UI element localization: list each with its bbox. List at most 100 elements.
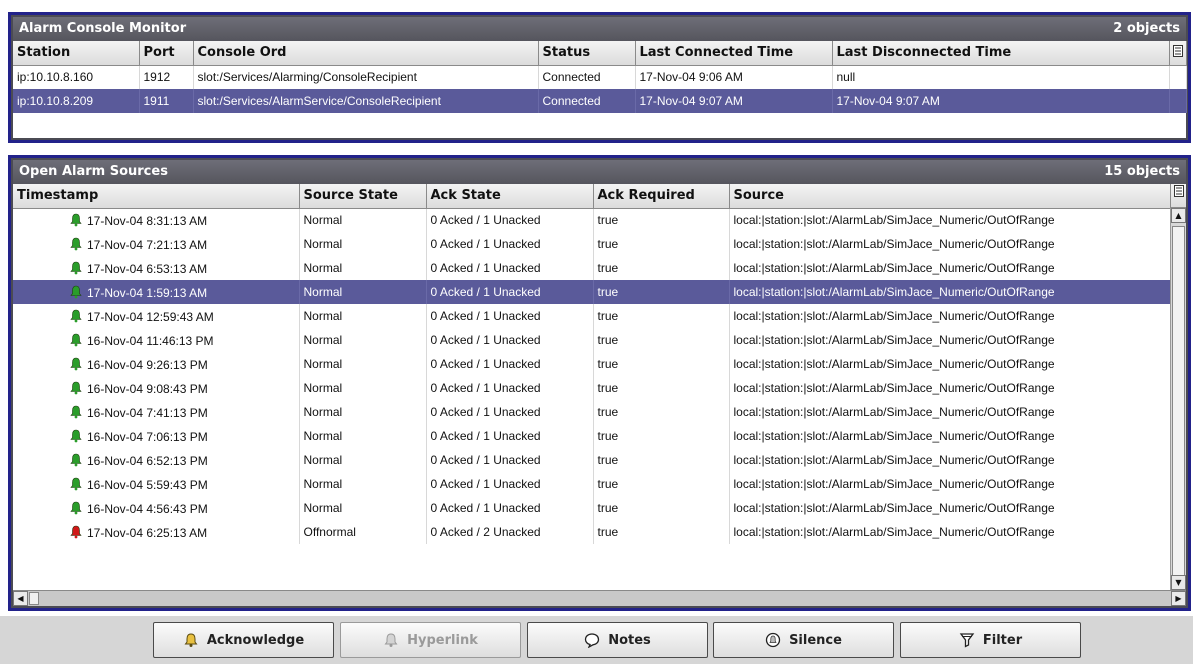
filler-cell (1169, 65, 1187, 89)
table-row[interactable]: 16-Nov-04 5:59:43 PM Normal 0 Acked / 1 Un… (13, 472, 1170, 496)
table-row[interactable]: 17-Nov-04 12:59:43 AM Normal 0 Acked / 1 U… (13, 304, 1170, 328)
ack-state-cell: 0 Acked / 1 Unacked (426, 400, 594, 424)
scroll-down-arrow-icon[interactable]: ▼ (1171, 575, 1186, 590)
ack-state-cell: 0 Acked / 1 Unacked (426, 208, 594, 232)
green-alarm-bell-icon (70, 213, 82, 227)
acknowledge-label: Acknowledge (206, 632, 305, 648)
ack-required-cell: true (593, 376, 730, 400)
column-chooser-icon[interactable] (1170, 184, 1186, 208)
source-cell: local:|station:|slot:/AlarmLab/SimJace_N… (729, 400, 1170, 424)
ack-state-cell: 0 Acked / 1 Unacked (426, 280, 594, 304)
last-connected-cell: 17-Nov-04 9:06 AM (635, 65, 833, 89)
ack-required-cell: true (593, 232, 730, 256)
timestamp-text: 16-Nov-04 5:59:43 PM (87, 477, 208, 492)
filter-button[interactable]: Filter (900, 622, 1081, 658)
filter-label: Filter (982, 632, 1023, 648)
source-state-cell: Normal (299, 496, 427, 520)
table-row[interactable]: 17-Nov-04 8:31:13 AM Normal 0 Acked / 1 Un… (13, 208, 1170, 232)
table-row[interactable]: 16-Nov-04 9:08:43 PM Normal 0 Acked / 1 Un… (13, 376, 1170, 400)
column-header-ack-state[interactable]: Ack State (426, 184, 594, 209)
source-state-cell: Normal (299, 472, 427, 496)
station-cell: ip:10.10.8.209 (13, 89, 140, 113)
column-header-source-state[interactable]: Source State (299, 184, 427, 209)
table-row[interactable]: 17-Nov-04 7:21:13 AM Normal 0 Acked / 1 Un… (13, 232, 1170, 256)
ord-cell: slot:/Services/Alarming/ConsoleRecipient (193, 65, 539, 89)
ack-state-cell: 0 Acked / 2 Unacked (426, 520, 594, 544)
alarm-table-viewport: Timestamp Source State Ack State Ack Req… (13, 184, 1170, 590)
table-row[interactable]: ip:10.10.8.160 1912 slot:/Services/Alarm… (13, 65, 1187, 89)
column-header-timestamp[interactable]: Timestamp (13, 184, 300, 209)
green-alarm-bell-icon (70, 309, 82, 322)
ack-state-cell: 0 Acked / 1 Unacked (426, 328, 594, 352)
horizontal-scrollbar[interactable]: ◀ ▶ (13, 590, 1186, 606)
app-window: Alarm Console Monitor 2 objects Station … (0, 0, 1193, 664)
vertical-scrollbar[interactable]: ▲ ▼ (1170, 208, 1186, 590)
scroll-left-arrow-icon[interactable]: ◀ (13, 591, 28, 606)
ack-state-cell: 0 Acked / 1 Unacked (426, 256, 594, 280)
timestamp-text: 16-Nov-04 4:56:43 PM (87, 501, 208, 516)
timestamp-cell: 17-Nov-04 7:21:13 AM (13, 232, 300, 256)
timestamp-text: 17-Nov-04 1:59:13 AM (87, 285, 208, 300)
table-row[interactable]: 16-Nov-04 7:41:13 PM Normal 0 Acked / 1 Un… (13, 400, 1170, 424)
timestamp-cell: 17-Nov-04 6:25:13 AM (13, 520, 300, 544)
table-row[interactable]: 16-Nov-04 7:06:13 PM Normal 0 Acked / 1 Un… (13, 424, 1170, 448)
hyperlink-label: Hyperlink (407, 632, 478, 648)
timestamp-cell: 16-Nov-04 7:06:13 PM (13, 424, 300, 448)
vertical-scroll-thumb[interactable] (1172, 226, 1185, 581)
timestamp-text: 16-Nov-04 6:52:13 PM (87, 453, 208, 468)
column-header-station[interactable]: Station (13, 41, 140, 66)
ack-required-cell: true (593, 256, 730, 280)
console-monitor-count: 2 objects (1113, 21, 1180, 36)
horizontal-scroll-thumb[interactable] (29, 592, 39, 605)
source-cell: local:|station:|slot:/AlarmLab/SimJace_N… (729, 232, 1170, 256)
source-cell: local:|station:|slot:/AlarmLab/SimJace_N… (729, 496, 1170, 520)
scroll-right-arrow-icon[interactable]: ▶ (1171, 591, 1186, 606)
filter-funnel-icon (959, 633, 975, 648)
table-row[interactable]: 16-Nov-04 6:52:13 PM Normal 0 Acked / 1 Un… (13, 448, 1170, 472)
hyperlink-button[interactable]: Hyperlink (340, 622, 521, 658)
column-header-port[interactable]: Port (139, 41, 194, 66)
scroll-up-arrow-icon[interactable]: ▲ (1171, 208, 1186, 223)
timestamp-text: 16-Nov-04 7:41:13 PM (87, 405, 208, 420)
column-header-last-connected[interactable]: Last Connected Time (635, 41, 833, 66)
source-cell: local:|station:|slot:/AlarmLab/SimJace_N… (729, 328, 1170, 352)
ack-state-cell: 0 Acked / 1 Unacked (426, 232, 594, 256)
column-header-source[interactable]: Source (729, 184, 1170, 209)
notes-speech-bubble-icon (585, 633, 600, 648)
source-state-cell: Normal (299, 280, 427, 304)
ack-state-cell: 0 Acked / 1 Unacked (426, 376, 594, 400)
source-state-cell: Normal (299, 208, 427, 232)
column-header-last-disconnected[interactable]: Last Disconnected Time (832, 41, 1170, 66)
ack-required-cell: true (593, 208, 730, 232)
green-alarm-bell-icon (70, 405, 82, 418)
acknowledge-bell-icon (184, 633, 198, 647)
column-header-status[interactable]: Status (538, 41, 636, 66)
filler-cell (1169, 89, 1187, 113)
table-row[interactable]: 17-Nov-04 6:53:13 AM Normal 0 Acked / 1 Un… (13, 256, 1170, 280)
table-row[interactable]: 16-Nov-04 11:46:13 PM Normal 0 Acked / 1 U… (13, 328, 1170, 352)
ack-required-cell: true (593, 472, 730, 496)
timestamp-text: 16-Nov-04 9:08:43 PM (87, 381, 208, 396)
hyperlink-icon (384, 633, 398, 647)
ack-required-cell: true (593, 304, 730, 328)
source-state-cell: Offnormal (299, 520, 427, 544)
last-disconnected-cell: 17-Nov-04 9:07 AM (832, 89, 1170, 113)
table-row-selected[interactable]: ip:10.10.8.209 1911 slot:/Services/Alarm… (13, 89, 1187, 113)
silence-label: Silence (789, 632, 842, 648)
table-row[interactable]: 16-Nov-04 4:56:43 PM Normal 0 Acked / 1 Un… (13, 496, 1170, 520)
status-cell: Connected (538, 89, 636, 113)
source-cell: local:|station:|slot:/AlarmLab/SimJace_N… (729, 280, 1170, 304)
timestamp-cell: 16-Nov-04 9:26:13 PM (13, 352, 300, 376)
column-header-console-ord[interactable]: Console Ord (193, 41, 539, 66)
timestamp-cell: 16-Nov-04 9:08:43 PM (13, 376, 300, 400)
table-row[interactable]: 16-Nov-04 9:26:13 PM Normal 0 Acked / 1 Un… (13, 352, 1170, 376)
notes-button[interactable]: Notes (527, 622, 708, 658)
table-row-selected[interactable]: 17-Nov-04 1:59:13 AM Normal 0 Acked / 1 Un… (13, 280, 1170, 304)
column-chooser-icon[interactable] (1169, 41, 1187, 66)
last-connected-cell: 17-Nov-04 9:07 AM (635, 89, 833, 113)
silence-button[interactable]: Silence (713, 622, 894, 658)
column-header-ack-required[interactable]: Ack Required (593, 184, 730, 209)
acknowledge-button[interactable]: Acknowledge (153, 622, 334, 658)
table-row[interactable]: 17-Nov-04 6:25:13 AM Offnormal 0 Acked / 2… (13, 520, 1170, 544)
timestamp-cell: 17-Nov-04 12:59:43 AM (13, 304, 300, 328)
